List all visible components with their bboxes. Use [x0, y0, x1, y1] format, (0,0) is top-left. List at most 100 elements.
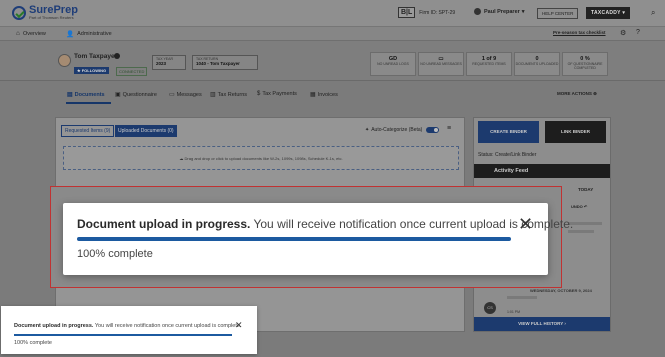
undo-link[interactable]: UNDO ↶ — [571, 204, 587, 209]
stat-uploaded[interactable]: 0 DOCUMENTS UPLOADED — [514, 52, 560, 76]
logo-text: SurePrep Part of Thomson Reuters — [29, 5, 78, 20]
tab-questionnaire-label: Questionnaire — [122, 91, 157, 98]
tab-invoices-label: Invoices — [317, 91, 338, 98]
requested-items-tab[interactable]: Requested Items (9) — [61, 125, 115, 137]
activity-avatar: CS — [484, 302, 496, 314]
menu-icon[interactable]: ≡ — [447, 125, 451, 132]
stat-label: DOCUMENTS UPLOADED — [515, 62, 559, 66]
auto-categorize-label: Auto-Categorize (Beta) — [371, 127, 423, 133]
toast-progress-fill — [14, 334, 232, 336]
cloud-upload-icon: ☁ — [179, 156, 184, 161]
toast-message: Document upload in progress. You will re… — [14, 323, 241, 329]
checklist-link[interactable]: Pre-season tax checklist — [553, 30, 606, 35]
user-icon — [474, 8, 481, 15]
search-icon[interactable]: ⌕ — [651, 8, 655, 18]
view-history-label: VIEW FULL HISTORY — [518, 321, 564, 326]
auto-categorize-toggle[interactable] — [426, 127, 440, 133]
help-center-button[interactable]: HELP CENTER — [537, 8, 579, 19]
nav-administrative[interactable]: 👤 Administrative — [66, 30, 112, 38]
stat-questionnaire[interactable]: 0 % OF QUESTIONNAIRE COMPLETED — [562, 52, 608, 76]
tab-tax-payments[interactable]: $ Tax Payments — [257, 91, 297, 97]
today-label: TODAY — [578, 187, 594, 192]
questionnaire-icon: ▣ — [115, 92, 121, 98]
tax-year-value: 2023 — [156, 61, 167, 66]
tax-return-select[interactable]: TAX RETURN 1040 - Tom Taxpayer — [192, 55, 258, 70]
nav-bar: ⌂ Overview 👤 Administrative Pre-season t… — [0, 27, 665, 41]
view-full-history-button[interactable]: VIEW FULL HISTORY › — [474, 317, 610, 331]
placeholder-bar — [507, 296, 537, 299]
close-icon[interactable]: ✕ — [235, 321, 243, 330]
dropzone-text: Drag and drop or click to upload documen… — [184, 156, 343, 161]
connected-badge: CONNECTED — [116, 67, 148, 76]
logo-subtitle: Part of Thomson Reuters — [29, 15, 74, 20]
create-binder-label: CREATE BINDER — [490, 129, 527, 134]
top-bar: SurePrep Part of Thomson Reuters B|L Fir… — [0, 0, 665, 27]
documents-icon: ▤ — [67, 92, 73, 98]
tab-documents[interactable]: ▤ Documents — [67, 91, 105, 99]
activity-date: WEDNESDAY, OCTOBER 9, 2024 — [530, 288, 592, 293]
activity-feed-header: Activity Feed — [474, 164, 610, 178]
upload-progress-toast: Document upload in progress. You will re… — [1, 306, 257, 354]
tab-bar: ▤ Documents ▣ Questionnaire ▭ Messages ▥… — [55, 87, 610, 105]
nav-administrative-label: Administrative — [77, 31, 112, 37]
logo-check-icon — [12, 5, 26, 20]
home-icon: ⌂ — [16, 30, 20, 37]
tab-tax-payments-label: Tax Payments — [262, 91, 297, 97]
binder-status: Status: Create/Link Binder — [478, 152, 537, 158]
firm-badge: B|L — [398, 7, 416, 18]
tab-invoices[interactable]: ▦ Invoices — [310, 91, 338, 99]
modal-title: Document upload in progress. — [77, 217, 251, 231]
taxcaddy-button[interactable]: TAXCADDY ▾ — [586, 7, 631, 19]
stat-requested[interactable]: 1 of 9 REQUESTED ITEMS — [466, 52, 512, 76]
tax-returns-icon: ▥ — [210, 92, 216, 98]
create-binder-button[interactable]: CREATE BINDER — [478, 121, 539, 143]
taxcaddy-label: TAXCADDY — [591, 10, 621, 16]
active-tab-indicator — [66, 102, 111, 104]
modal-progress-track — [77, 237, 511, 241]
more-actions-label: MORE ACTIONS — [557, 91, 592, 96]
stat-label: OF QUESTIONNAIRE COMPLETED — [567, 62, 603, 70]
toast-title: Document upload in progress. — [14, 323, 94, 329]
invoice-icon: ▦ — [310, 92, 316, 98]
tax-year-select[interactable]: TAX YEAR 2023 — [152, 55, 186, 70]
question-icon[interactable]: ? — [636, 29, 640, 36]
upload-dropzone[interactable]: ☁ Drag and drop or click to upload docum… — [63, 146, 459, 170]
undo-label: UNDO — [571, 204, 583, 209]
stat-logs[interactable]: GD NO UNREAD LOGS — [370, 52, 416, 76]
tab-tax-returns[interactable]: ▥ Tax Returns — [210, 91, 247, 99]
tab-messages-label: Messages — [176, 91, 202, 98]
dollar-icon: $ — [257, 91, 261, 97]
auto-categorize[interactable]: ✦ Auto-Categorize (Beta) — [365, 127, 440, 133]
info-icon[interactable] — [114, 53, 120, 59]
client-name: Tom Taxpayer — [74, 53, 118, 60]
activity-time: 1:01 PM — [507, 310, 521, 314]
tab-messages[interactable]: ▭ Messages — [169, 91, 202, 99]
user-name: Paul Preparer — [484, 8, 520, 15]
stat-label: REQUESTED ITEMS — [472, 62, 506, 66]
nav-overview[interactable]: ⌂ Overview — [16, 30, 46, 37]
messages-icon: ▭ — [169, 92, 175, 98]
link-binder-button[interactable]: LINK BINDER — [545, 121, 606, 143]
following-button[interactable]: ★ FOLLOWING — [74, 67, 110, 74]
firm-info: B|L Firm ID: SPT-29 — [398, 7, 455, 18]
nav-overview-label: Overview — [22, 30, 46, 37]
user-menu[interactable]: Paul Preparer ▾ — [474, 8, 525, 15]
tax-return-value: 1040 - Tom Taxpayer — [196, 61, 240, 66]
firm-id: Firm ID: SPT-29 — [419, 9, 456, 16]
stat-label: NO UNREAD MESSAGES — [420, 62, 462, 66]
tab-questionnaire[interactable]: ▣ Questionnaire — [115, 91, 157, 99]
toast-progress-track — [14, 334, 232, 336]
avatar — [58, 54, 71, 67]
link-binder-label: LINK BINDER — [561, 129, 590, 134]
activity-feed-label: Activity Feed — [494, 168, 529, 174]
stat-messages[interactable]: ▭ NO UNREAD MESSAGES — [418, 52, 464, 76]
gear-icon[interactable]: ⚙ — [620, 29, 626, 37]
more-actions-button[interactable]: MORE ACTIONS ⊕ — [557, 91, 597, 97]
sparkle-icon: ✦ — [365, 127, 370, 133]
toast-percent-label: 100% complete — [14, 340, 52, 346]
chevron-down-icon: ▾ — [521, 8, 525, 15]
uploaded-documents-tab[interactable]: Uploaded Documents (0) — [115, 125, 177, 137]
close-icon[interactable]: ✕ — [518, 215, 533, 233]
toast-body: You will receive notification once curre… — [94, 323, 242, 329]
sureprep-logo[interactable]: SurePrep Part of Thomson Reuters — [12, 5, 78, 20]
